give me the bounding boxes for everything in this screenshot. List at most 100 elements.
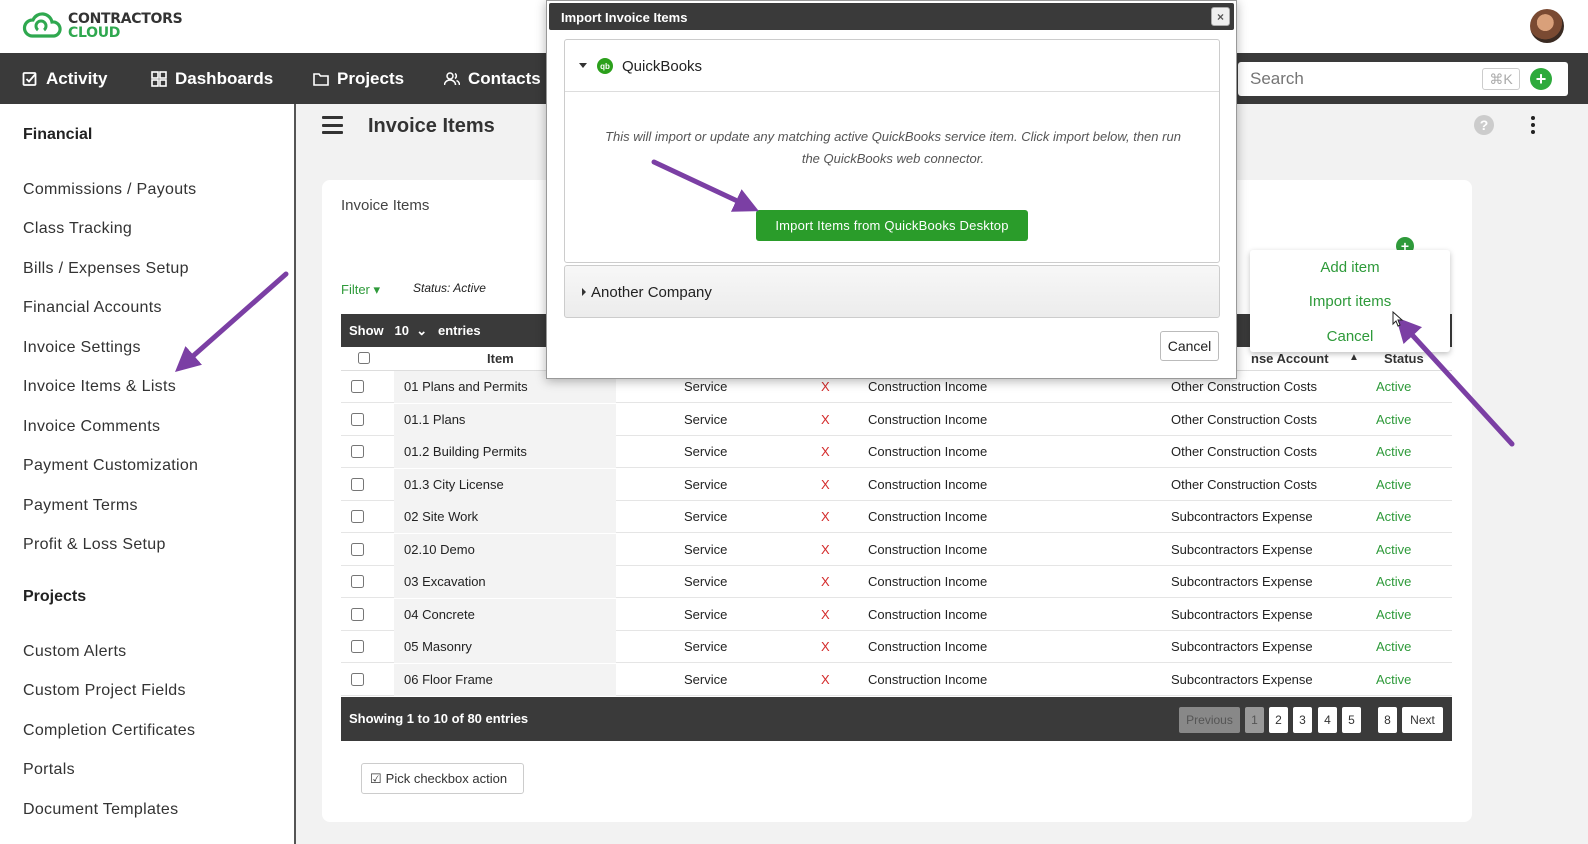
table-row[interactable]: 05 Masonry Service X Construction Income Sub… xyxy=(341,631,1452,663)
brand-line-2: CLOUD xyxy=(68,25,121,41)
row-checkbox[interactable] xyxy=(351,672,364,686)
sidebar-item-payment-terms[interactable]: Payment Terms xyxy=(23,497,138,515)
table-row[interactable]: 04 Concrete Service X Construction Income Su… xyxy=(341,598,1452,631)
status-badge: Active xyxy=(1376,411,1412,427)
taxable-x-mark: X xyxy=(821,574,830,589)
add-new-icon[interactable]: + xyxy=(1530,68,1552,90)
modal-header: Import Invoice Items × xyxy=(549,3,1234,30)
caret-down-icon: ▾ xyxy=(373,282,381,297)
expense-account: Other Construction Costs xyxy=(1171,476,1317,492)
user-avatar[interactable] xyxy=(1530,9,1564,43)
pagination-page-4[interactable]: 4 xyxy=(1318,707,1337,733)
table-row[interactable]: 01.3 City License Service X Construction In… xyxy=(341,468,1452,501)
sidebar-item-invoice-comments[interactable]: Invoice Comments xyxy=(23,418,160,436)
pagination-next[interactable]: Next xyxy=(1402,707,1443,733)
pagination-page-5[interactable]: 5 xyxy=(1342,707,1361,733)
item-name[interactable]: 01 Plans and Permits xyxy=(404,379,528,394)
menu-item-add-item[interactable]: Add item xyxy=(1250,259,1450,276)
income-account: Construction Income xyxy=(868,476,988,492)
pagination-page-8[interactable]: 8 xyxy=(1378,707,1397,733)
row-checkbox[interactable] xyxy=(351,380,364,393)
nav-activity[interactable]: Activity xyxy=(22,53,107,104)
brand-logo[interactable]: CONTRACTORS CLOUD xyxy=(22,10,183,42)
menu-item-cancel[interactable]: Cancel xyxy=(1250,328,1450,345)
pagination-page-2[interactable]: 2 xyxy=(1269,707,1288,733)
table-row[interactable]: 02 Site Work Service X Construction Income S… xyxy=(341,501,1452,533)
filter-dropdown[interactable]: Filter ▾ xyxy=(341,282,380,298)
menu-item-import-items[interactable]: Import items xyxy=(1250,293,1450,310)
row-checkbox[interactable] xyxy=(351,640,364,653)
sidebar-item-invoice-settings[interactable]: Invoice Settings xyxy=(23,339,141,357)
sidebar-item-custom-project-fields[interactable]: Custom Project Fields xyxy=(23,682,186,700)
table-row[interactable]: 01.1 Plans Service X Construction Income Oth… xyxy=(341,403,1452,436)
row-checkbox[interactable] xyxy=(351,412,364,426)
help-icon[interactable]: ? xyxy=(1474,115,1494,135)
item-name[interactable]: 02 Site Work xyxy=(404,509,478,524)
row-checkbox[interactable] xyxy=(351,445,364,458)
people-icon xyxy=(444,71,460,85)
sidebar-item-portals[interactable]: Portals xyxy=(23,761,75,779)
sidebar-item-document-templates[interactable]: Document Templates xyxy=(23,801,178,819)
sidebar-item-custom-alerts[interactable]: Custom Alerts xyxy=(23,643,127,661)
modal-cancel-button[interactable]: Cancel xyxy=(1160,331,1219,361)
taxable-x-mark: X xyxy=(821,606,830,622)
item-name[interactable]: 04 Concrete xyxy=(404,607,475,622)
item-name[interactable]: 01.3 City License xyxy=(404,477,504,492)
search-shortcut-badge: ⌘K xyxy=(1482,68,1520,90)
search-input[interactable] xyxy=(1238,69,1458,89)
sidebar-item-commissions[interactable]: Commissions / Payouts xyxy=(23,181,196,199)
status-badge: Active xyxy=(1376,379,1412,394)
close-icon[interactable]: × xyxy=(1211,7,1230,26)
sidebar-heading-projects: Projects xyxy=(23,588,87,605)
sidebar-item-financial-accounts[interactable]: Financial Accounts xyxy=(23,299,162,317)
pick-checkbox-action-button[interactable]: ☑ Pick checkbox action xyxy=(361,763,524,794)
pagination-previous[interactable]: Previous xyxy=(1179,707,1240,733)
taxable-x-mark: X xyxy=(821,639,830,654)
sidebar-item-bills-expenses[interactable]: Bills / Expenses Setup xyxy=(23,260,189,278)
table-row[interactable]: 02.10 Demo Service X Construction Income Sub… xyxy=(341,533,1452,566)
item-name[interactable]: 06 Floor Frame xyxy=(404,672,493,687)
nav-projects[interactable]: Projects xyxy=(313,53,404,104)
item-name[interactable]: 01.2 Building Permits xyxy=(404,444,527,459)
sidebar-item-completion-certificates[interactable]: Completion Certificates xyxy=(23,722,195,740)
nav-contacts[interactable]: Contacts xyxy=(444,53,541,104)
table-row[interactable]: 03 Excavation Service X Construction Income… xyxy=(341,566,1452,598)
quickbooks-section-header[interactable]: qb QuickBooks xyxy=(565,40,1219,92)
income-account: Construction Income xyxy=(868,671,988,687)
row-checkbox[interactable] xyxy=(351,575,364,588)
entries-selector[interactable]: Show 10 ⌄ entries xyxy=(349,323,481,339)
sidebar-item-profit-loss[interactable]: Profit & Loss Setup xyxy=(23,536,166,554)
row-checkbox[interactable] xyxy=(351,477,364,491)
sidebar-item-invoice-items-lists[interactable]: Invoice Items & Lists xyxy=(23,378,176,396)
pagination-page-1[interactable]: 1 xyxy=(1245,707,1264,733)
table-row[interactable]: 01.2 Building Permits Service X Constructio… xyxy=(341,436,1452,468)
menu-icon[interactable] xyxy=(322,116,343,134)
sidebar-item-payment-customization[interactable]: Payment Customization xyxy=(23,457,198,475)
row-checkbox[interactable] xyxy=(351,542,364,556)
column-header-expense-account[interactable]: nse Account xyxy=(1251,351,1329,366)
nav-dashboards[interactable]: Dashboards xyxy=(151,53,273,104)
expense-account: Other Construction Costs xyxy=(1171,411,1317,427)
row-checkbox[interactable] xyxy=(351,607,364,621)
page-more-icon[interactable] xyxy=(1530,116,1536,134)
column-header-status[interactable]: Status xyxy=(1384,351,1424,366)
taxable-x-mark: X xyxy=(821,509,830,524)
pagination-page-3[interactable]: 3 xyxy=(1293,707,1312,733)
select-all-checkbox[interactable] xyxy=(358,352,370,364)
row-checkbox[interactable] xyxy=(351,510,364,523)
actions-dropdown-menu: Add item Import items Cancel xyxy=(1250,250,1450,352)
item-type: Service xyxy=(684,606,728,622)
another-company-section[interactable]: Another Company xyxy=(564,265,1220,318)
item-name[interactable]: 02.10 Demo xyxy=(404,542,475,557)
quickbooks-section: qb QuickBooks This will import or update… xyxy=(564,39,1220,263)
item-name[interactable]: 03 Excavation xyxy=(404,574,486,589)
status-badge: Active xyxy=(1376,509,1412,524)
column-header-item[interactable]: Item xyxy=(487,351,514,366)
sidebar-item-class-tracking[interactable]: Class Tracking xyxy=(23,220,132,238)
item-name[interactable]: 05 Masonry xyxy=(404,639,472,654)
import-from-quickbooks-button[interactable]: Import Items from QuickBooks Desktop xyxy=(756,210,1028,241)
item-type: Service xyxy=(684,411,728,427)
item-name[interactable]: 01.1 Plans xyxy=(404,412,465,427)
status-badge: Active xyxy=(1376,444,1412,459)
table-row[interactable]: 06 Floor Frame Service X Construction Incom… xyxy=(341,663,1452,696)
